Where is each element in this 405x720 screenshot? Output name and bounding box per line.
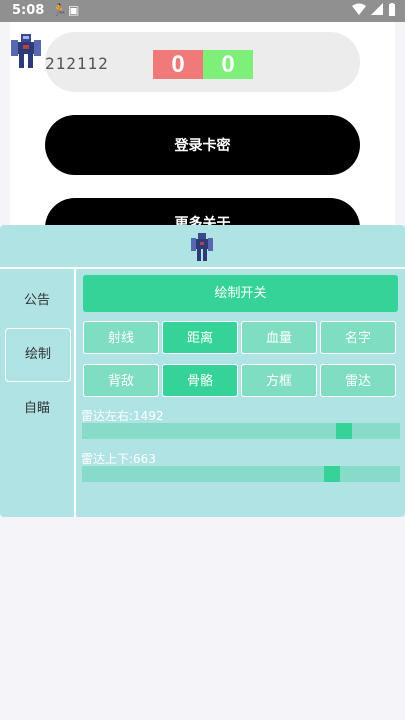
sidebar-item-announcement[interactable]: 公告 (5, 275, 69, 327)
toggle-behind-enemy[interactable]: 背敌 (83, 364, 159, 397)
overlay-menu-panel: 公告 绘制 自瞄 绘制开关 射线 距离 血量 名字 背敌 骨骼 方框 雷达 雷达… (0, 225, 405, 517)
sidebar-item-aimbot[interactable]: 自瞄 (5, 383, 69, 435)
background-area (0, 517, 405, 720)
toggle-skeleton[interactable]: 骨骼 (162, 364, 238, 397)
status-time: 5:08 (12, 3, 45, 18)
slider-thumb[interactable] (324, 466, 340, 482)
running-icon: 🏃 (52, 3, 67, 17)
sidebar-item-draw[interactable]: 绘制 (5, 328, 71, 382)
radar-vertical-slider[interactable] (82, 466, 400, 482)
header-divider (0, 267, 405, 269)
radar-vertical-label: 雷达上下:663 (81, 452, 156, 466)
toggle-radar[interactable]: 雷达 (320, 364, 396, 397)
radar-horizontal-slider[interactable] (82, 423, 400, 439)
login-card-key-button[interactable]: 登录卡密 (45, 115, 360, 175)
robot-logo-icon (11, 34, 41, 68)
battery-icon (388, 3, 396, 19)
card-key-input[interactable] (45, 50, 155, 76)
toggle-name[interactable]: 名字 (320, 321, 396, 354)
score-red-badge: 0 (153, 50, 203, 79)
notification-icon: ▣ (68, 3, 80, 17)
status-bar: 5:08 🏃 ▣ (0, 0, 405, 22)
wifi-icon (352, 3, 366, 18)
toggle-health[interactable]: 血量 (241, 321, 317, 354)
toggle-ray[interactable]: 射线 (83, 321, 159, 354)
draw-switch-button[interactable]: 绘制开关 (83, 275, 398, 312)
signal-icon (371, 3, 383, 18)
panel-header[interactable] (0, 225, 405, 267)
radar-horizontal-label: 雷达左右:1492 (81, 409, 164, 423)
score-green-badge: 0 (203, 50, 253, 79)
toggle-distance[interactable]: 距离 (162, 321, 238, 354)
sidebar-divider (74, 267, 76, 517)
slider-thumb[interactable] (336, 423, 352, 439)
robot-logo-icon (191, 233, 213, 261)
toggle-box[interactable]: 方框 (241, 364, 317, 397)
